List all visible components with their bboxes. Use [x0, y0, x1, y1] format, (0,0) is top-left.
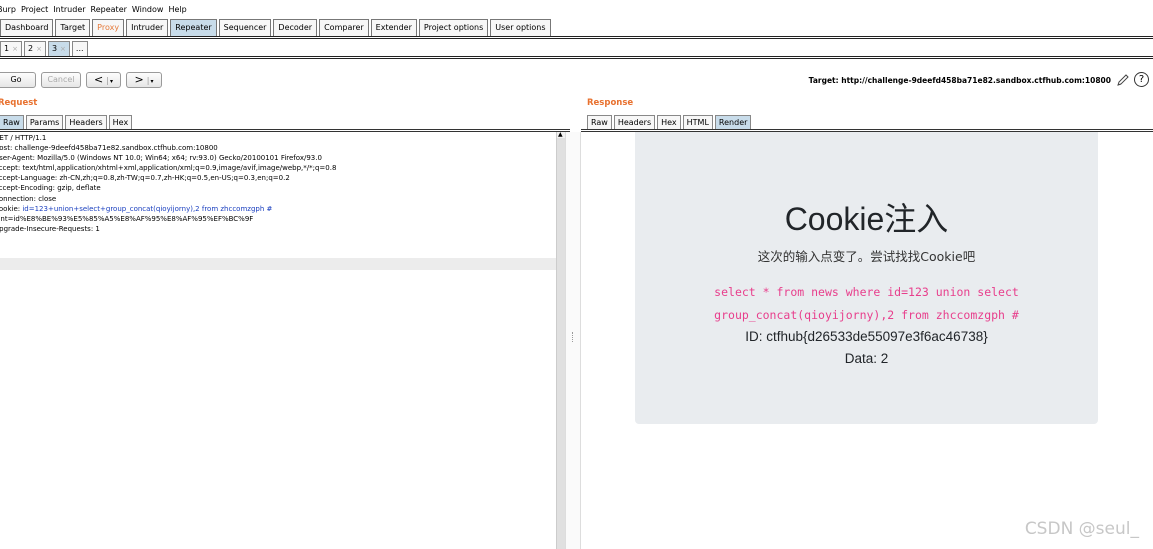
watermark: CSDN @seul_	[1024, 519, 1139, 539]
request-text[interactable]: GET / HTTP/1.1 Host: challenge-9deefd458b…	[0, 133, 336, 234]
request-tab-raw[interactable]: Raw	[0, 115, 24, 130]
response-tab-raw[interactable]: Raw	[587, 115, 612, 130]
request-line: Upgrade-Insecure-Requests: 1	[0, 224, 100, 233]
menu-project[interactable]: Project	[21, 5, 48, 14]
tab-repeater[interactable]: Repeater	[170, 19, 217, 36]
tab-extender[interactable]: Extender	[370, 19, 417, 36]
close-icon[interactable]: ×	[12, 45, 18, 53]
scrollbar-thumb[interactable]	[557, 138, 565, 549]
tab-sequencer[interactable]: Sequencer	[218, 19, 272, 36]
menu-bar: Burp Project Intruder Repeater Window He…	[0, 0, 1153, 19]
help-icon[interactable]: ?	[1134, 72, 1149, 87]
repeater-tab-3[interactable]: 3 ×	[47, 41, 70, 56]
tab-proxy[interactable]: Proxy	[92, 19, 125, 36]
repeater-tab-1[interactable]: 1 ×	[0, 41, 22, 56]
page-lead: 这次的输入点变了。尝试找找Cookie吧	[757, 249, 976, 264]
request-line: Accept-Language: zh-CN,zh;q=0.8,zh-TW;q=…	[0, 174, 290, 183]
response-tab-bar: Raw Headers Hex HTML Render	[587, 114, 753, 130]
cookie-value: id=123+union+select+group_concat(qioyijo…	[22, 204, 273, 213]
menu-help[interactable]: Help	[168, 5, 186, 14]
chevron-right-icon: >	[134, 73, 144, 86]
menu-repeater[interactable]: Repeater	[91, 5, 127, 14]
request-line: hint=id%E8%BE%93%E5%85%A5%E8%AF%95%E8%AF…	[0, 214, 254, 223]
go-button[interactable]: Go	[0, 72, 36, 88]
tool-tab-bar: Dashboard Target Proxy Intruder Repeater…	[0, 19, 1153, 39]
horizontal-scrollbar[interactable]	[0, 258, 556, 270]
scroll-up-icon[interactable]: ▲	[558, 132, 563, 138]
response-tab-headers[interactable]: Headers	[613, 115, 656, 130]
split-divider[interactable]	[565, 132, 581, 549]
chevron-down-icon[interactable]: ▾	[150, 78, 153, 85]
cookie-key: Cookie:	[0, 204, 21, 213]
divider-grip-icon[interactable]	[572, 332, 574, 342]
sql-query-line: group_concat(qioyijorny),2 from zhccomzg…	[714, 308, 1019, 322]
request-tab-bar: Raw Params Headers Hex	[0, 114, 134, 130]
cancel-button[interactable]: Cancel	[41, 72, 81, 88]
request-line: Connection: close	[0, 194, 57, 203]
menu-burp[interactable]: Burp	[0, 5, 16, 14]
response-tab-hex[interactable]: Hex	[657, 115, 681, 130]
response-title: Response	[587, 98, 634, 108]
request-tab-headers[interactable]: Headers	[65, 115, 107, 130]
request-line: Accept: text/html,application/xhtml+xml,…	[0, 164, 337, 173]
cookie-line: Cookie: id=123+union+select+group_concat…	[0, 204, 336, 214]
result-data: Data: 2	[844, 351, 889, 366]
request-line: User-Agent: Mozilla/5.0 (Windows NT 10.0…	[0, 154, 322, 163]
new-tab-button[interactable]: ...	[71, 41, 88, 56]
tab-comparer[interactable]: Comparer	[319, 19, 369, 36]
request-line: GET / HTTP/1.1	[0, 134, 47, 142]
request-line: Host: challenge-9deefd458ba71e82.sandbox…	[0, 144, 218, 153]
close-icon[interactable]: ×	[36, 45, 42, 53]
repeater-tab-label: 3	[51, 44, 58, 53]
repeater-tab-bar: 1 × 2 × 3 × ...	[0, 41, 1153, 59]
request-tab-hex[interactable]: Hex	[108, 115, 133, 130]
request-editor[interactable]: GET / HTTP/1.1 Host: challenge-9deefd458b…	[0, 132, 556, 549]
back-button[interactable]: < |▾	[86, 72, 121, 88]
result-id: ID: ctfhub{d26533de55097e3f6ac46738}	[745, 329, 988, 344]
repeater-tab-label: 1	[4, 44, 10, 53]
edit-pencil-icon[interactable]	[1116, 73, 1130, 87]
jumbotron-card: Cookie注入 这次的输入点变了。尝试找找Cookie吧 select * f…	[635, 132, 1098, 424]
target-label: Target: http://challenge-9deefd458ba71e8…	[808, 76, 1111, 85]
close-icon[interactable]: ×	[60, 45, 66, 53]
chevron-left-icon: <	[94, 73, 104, 86]
repeater-tab-label: 2	[27, 44, 34, 53]
tab-target[interactable]: Target	[55, 19, 91, 36]
request-tab-params[interactable]: Params	[25, 115, 64, 130]
repeater-toolbar: Go Cancel < |▾ > |▾ Target: http://challen…	[0, 71, 1153, 89]
tab-project-options[interactable]: Project options	[418, 19, 489, 36]
chevron-down-icon[interactable]: ▾	[110, 78, 113, 85]
rendered-response: Cookie注入 这次的输入点变了。尝试找找Cookie吧 select * f…	[582, 132, 1153, 549]
repeater-tab-2[interactable]: 2 ×	[23, 41, 46, 56]
request-title: Request	[0, 98, 38, 108]
response-tab-html[interactable]: HTML	[682, 115, 713, 130]
vertical-scrollbar[interactable]: ▲	[556, 132, 565, 549]
sql-query-line: select * from news where id=123 union se…	[714, 285, 1019, 299]
tab-intruder[interactable]: Intruder	[126, 19, 169, 36]
menu-window[interactable]: Window	[132, 5, 164, 14]
tab-dashboard[interactable]: Dashboard	[0, 19, 54, 36]
forward-button[interactable]: > |▾	[126, 72, 162, 88]
page-heading: Cookie注入	[784, 201, 949, 237]
menu-intruder[interactable]: Intruder	[53, 5, 85, 14]
tab-decoder[interactable]: Decoder	[273, 19, 318, 36]
request-line: Accept-Encoding: gzip, deflate	[0, 184, 101, 193]
response-tab-render[interactable]: Render	[714, 115, 752, 130]
tab-user-options[interactable]: User options	[490, 19, 551, 36]
